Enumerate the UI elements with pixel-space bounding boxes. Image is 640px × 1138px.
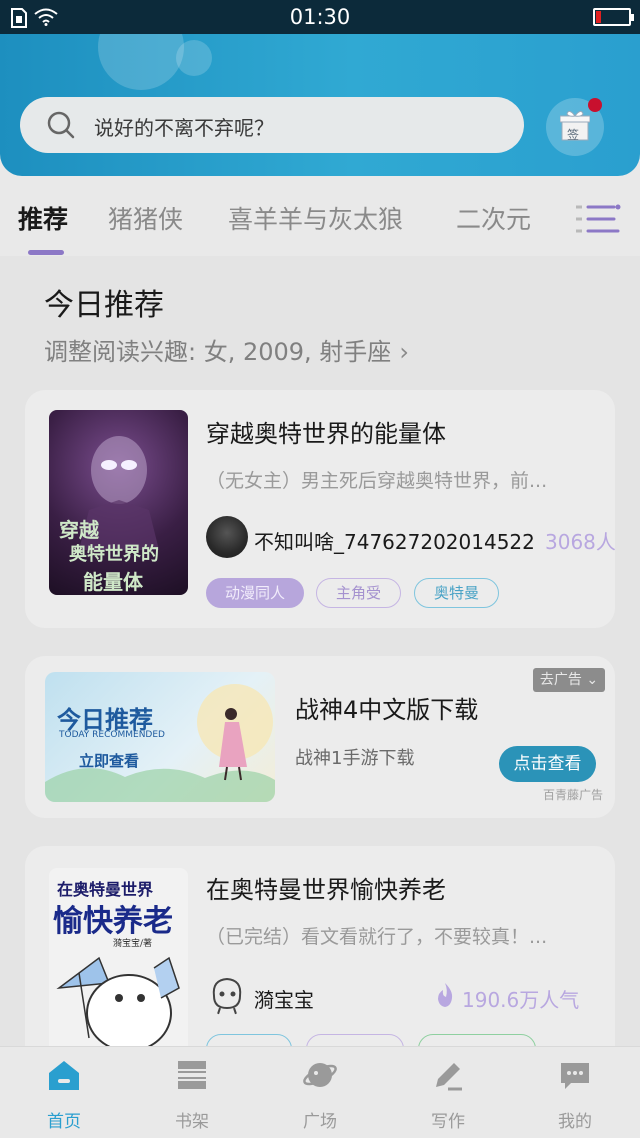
ad-title[interactable]: 战神4中文版下载 bbox=[295, 690, 478, 725]
nav-profile[interactable]: 我的 bbox=[535, 1057, 615, 1132]
author-name[interactable]: 不知叫啥_747627202014522 bbox=[254, 526, 535, 555]
popularity-count: 3068人气 bbox=[545, 530, 615, 554]
ad-image-subtitle: TODAY RECOMMENDED bbox=[59, 730, 165, 740]
nav-write[interactable]: 写作 bbox=[408, 1057, 488, 1132]
pen-icon bbox=[436, 1063, 462, 1091]
cover-title-line: 穿越 bbox=[59, 518, 99, 542]
ad-view-button[interactable]: 点击查看 bbox=[499, 746, 596, 782]
nav-home-label: 首页 bbox=[47, 1112, 81, 1132]
category-tabs: 推荐 猪猪侠 喜羊羊与灰太狼 二次元 bbox=[0, 176, 640, 256]
tag-chip[interactable]: 主角受 bbox=[316, 578, 401, 608]
gift-button[interactable]: 签 bbox=[546, 98, 604, 156]
reading-interest-text: 调整阅读兴趣: 女, 2009, 射手座 bbox=[44, 338, 392, 366]
search-bar[interactable]: 说好的不离不弃呢？ bbox=[20, 97, 524, 153]
gift-label: 签 bbox=[567, 128, 580, 142]
book-title[interactable]: 穿越奥特世界的能量体 bbox=[206, 414, 446, 449]
tab-recommend[interactable]: 推荐 bbox=[18, 200, 68, 236]
nav-plaza[interactable]: 广场 bbox=[280, 1057, 360, 1132]
popularity-count: 190.6万人气 bbox=[462, 988, 580, 1012]
ad-source: 百青藤广告 bbox=[542, 788, 603, 802]
author-avatar-art bbox=[212, 977, 242, 1015]
book-cover[interactable]: 穿越 奥特世界的 能量体 bbox=[49, 410, 188, 595]
book-card[interactable]: 穿越 奥特世界的 能量体 穿越奥特世界的能量体 （无女主）男主死后穿越奥特世界，… bbox=[25, 390, 615, 628]
nav-plaza-label: 广场 bbox=[303, 1112, 337, 1132]
search-icon bbox=[47, 111, 75, 139]
nav-bookshelf-label: 书架 bbox=[175, 1112, 209, 1132]
bottom-nav: 首页 书架 广场 写作 我的 bbox=[0, 1046, 640, 1138]
remove-ad-label: 去广告 bbox=[539, 672, 582, 688]
notification-dot bbox=[588, 98, 602, 112]
remove-ad-button[interactable]: 去广告 ⌄ bbox=[533, 668, 605, 692]
ad-card[interactable]: 今日推荐 TODAY RECOMMENDED 立即查看 去广告 ⌄ 战神4中文版… bbox=[25, 656, 615, 818]
author-name[interactable]: 漪宝宝 bbox=[254, 984, 314, 1013]
decor-bubble bbox=[98, 34, 184, 90]
author-avatar[interactable] bbox=[206, 974, 248, 1016]
ad-image-button: 立即查看 bbox=[79, 752, 140, 770]
book-card[interactable]: 在奥特曼世界 愉快养老 漪宝宝/著 在奥特曼世界愉快养老 （已完结）看文看就行了… bbox=[25, 846, 615, 1046]
tag-chip[interactable] bbox=[206, 1034, 292, 1046]
chevron-down-icon: ⌄ bbox=[586, 672, 599, 688]
ad-image[interactable]: 今日推荐 TODAY RECOMMENDED 立即查看 bbox=[45, 672, 275, 802]
book-title[interactable]: 在奥特曼世界愉快养老 bbox=[206, 870, 446, 905]
bookshelf-icon bbox=[178, 1061, 206, 1089]
reading-interest-link[interactable]: 调整阅读兴趣: 女, 2009, 射手座 › bbox=[44, 332, 409, 367]
header: 说好的不离不弃呢？ 签 bbox=[0, 34, 640, 176]
tag-chip[interactable] bbox=[418, 1034, 536, 1046]
ad-subtitle: 战神1手游下载 bbox=[295, 748, 415, 769]
planet-icon bbox=[303, 1063, 337, 1087]
tab-pig-hero[interactable]: 猪猪侠 bbox=[108, 200, 183, 236]
status-time: 01:30 bbox=[289, 5, 351, 29]
battery-icon bbox=[593, 8, 634, 26]
flame-icon bbox=[438, 983, 453, 1007]
nav-write-label: 写作 bbox=[431, 1112, 465, 1132]
cover-title-line: 奥特世界的 bbox=[69, 544, 159, 565]
chat-bubble-icon bbox=[561, 1063, 589, 1089]
tabs-menu-icon[interactable] bbox=[574, 202, 622, 236]
tag-chip[interactable]: 动漫同人 bbox=[206, 578, 304, 608]
tab-anime[interactable]: 二次元 bbox=[456, 200, 531, 236]
active-tab-indicator bbox=[28, 250, 64, 255]
author-avatar[interactable] bbox=[206, 516, 248, 558]
nav-home[interactable]: 首页 bbox=[24, 1057, 104, 1132]
cover-title-line: 能量体 bbox=[83, 570, 143, 594]
tag-chip[interactable]: 奥特曼 bbox=[414, 578, 499, 608]
tag-chip[interactable] bbox=[306, 1034, 404, 1046]
section-title: 今日推荐 bbox=[44, 288, 164, 323]
main-content: 今日推荐 调整阅读兴趣: 女, 2009, 射手座 › 穿越 奥特世界的 能量体 … bbox=[0, 256, 640, 1046]
book-description: （已完结）看文看就行了，不要较真！... bbox=[206, 926, 548, 948]
status-bar: 01:30 bbox=[0, 0, 640, 34]
nav-bookshelf[interactable]: 书架 bbox=[152, 1057, 232, 1132]
book-cover[interactable]: 在奥特曼世界 愉快养老 漪宝宝/著 bbox=[49, 868, 188, 1046]
decor-bubble bbox=[176, 40, 212, 76]
home-icon bbox=[49, 1061, 79, 1090]
nav-profile-label: 我的 bbox=[558, 1112, 592, 1132]
cover-art bbox=[56, 956, 180, 1046]
book-description: （无女主）男主死后穿越奥特世界，前... bbox=[206, 470, 548, 492]
tab-pleasant-goat[interactable]: 喜羊羊与灰太狼 bbox=[228, 200, 403, 236]
search-placeholder: 说好的不离不弃呢？ bbox=[94, 116, 274, 140]
chevron-right-icon: › bbox=[399, 338, 409, 366]
